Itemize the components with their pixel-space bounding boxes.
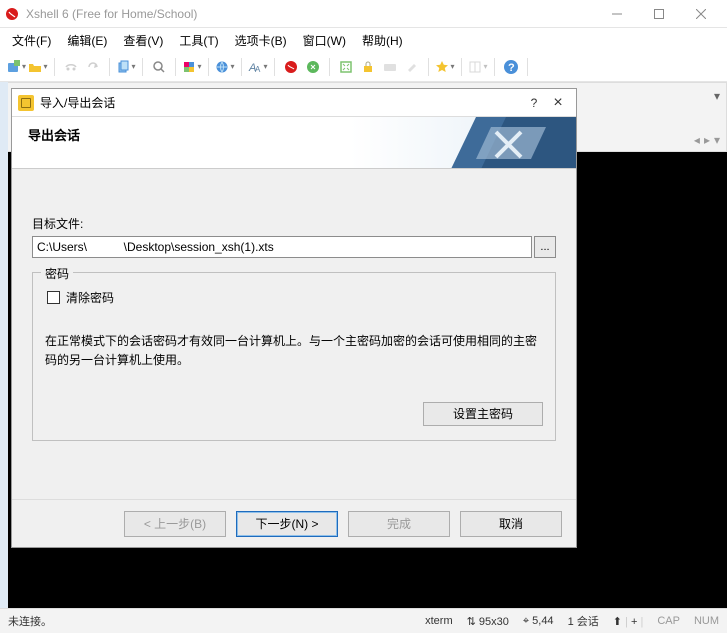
fullscreen-icon[interactable] xyxy=(336,57,356,77)
password-legend: 密码 xyxy=(41,265,73,282)
menu-file[interactable]: 文件(F) xyxy=(6,30,57,51)
clear-password-checkbox[interactable] xyxy=(47,291,60,304)
color-scheme-icon[interactable]: ▾ xyxy=(182,57,202,77)
password-fieldset: 密码 清除密码 在正常模式下的会话密码才有效同一台计算机上。与一个主密码加密的会… xyxy=(32,272,556,441)
import-export-dialog: 导入/导出会话 ? × 导出会话 目标文件: ... 密码 清除密码 在正常 xyxy=(11,88,577,548)
finish-button[interactable]: 完成 xyxy=(348,511,450,537)
term-type: xterm xyxy=(425,615,453,627)
statusbar: 未连接。 xterm ⇅ 95x30 ⌖ 5,44 1 会话 ⬆ | + | C… xyxy=(0,608,727,633)
nav-left-icon[interactable]: ◂ xyxy=(694,133,700,147)
banner-art-icon xyxy=(436,117,576,168)
menu-tools[interactable]: 工具(T) xyxy=(173,30,224,51)
menu-view[interactable]: 查看(V) xyxy=(117,30,169,51)
highlight-icon[interactable] xyxy=(402,57,422,77)
target-file-label: 目标文件: xyxy=(32,215,556,232)
pos-icon: ⌖ xyxy=(523,615,529,627)
reconnect-icon[interactable] xyxy=(83,57,103,77)
caps-indicator: CAP xyxy=(657,615,680,627)
xftp-icon[interactable] xyxy=(303,57,323,77)
term-size: 95x30 xyxy=(479,616,509,628)
browse-button[interactable]: ... xyxy=(534,236,556,258)
dialog-body: 目标文件: ... 密码 清除密码 在正常模式下的会话密码才有效同一台计算机上。… xyxy=(12,169,576,499)
new-session-icon[interactable]: ▾ xyxy=(6,57,26,77)
menubar: 文件(F) 编辑(E) 查看(V) 工具(T) 选项卡(B) 窗口(W) 帮助(… xyxy=(0,28,727,52)
copy-icon[interactable]: ▾ xyxy=(116,57,136,77)
close-button[interactable] xyxy=(689,2,713,26)
next-button[interactable]: 下一步(N) > xyxy=(236,511,338,537)
status-text: 未连接。 xyxy=(8,613,425,629)
layout-icon[interactable]: ▾ xyxy=(468,57,488,77)
menu-tabs[interactable]: 选项卡(B) xyxy=(229,30,293,51)
svg-text:A: A xyxy=(255,65,261,74)
menu-help[interactable]: 帮助(H) xyxy=(356,30,409,51)
window-title: Xshell 6 (Free for Home/School) xyxy=(26,7,605,21)
dialog-titlebar: 导入/导出会话 ? × xyxy=(12,89,576,117)
lock-icon[interactable] xyxy=(358,57,378,77)
password-description: 在正常模式下的会话密码才有效同一台计算机上。与一个主密码加密的会话可使用相同的主… xyxy=(45,332,543,370)
target-file-input[interactable] xyxy=(32,236,532,258)
minimize-button[interactable] xyxy=(605,2,629,26)
open-session-icon[interactable]: ▾ xyxy=(28,57,48,77)
plus-icon[interactable]: + xyxy=(631,616,637,628)
panel-dropdown-icon[interactable]: ▾ xyxy=(714,89,720,103)
left-gutter xyxy=(0,82,8,608)
conn-icon: ⬆ xyxy=(613,616,622,628)
size-icon: ⇅ xyxy=(467,616,476,628)
menu-edit[interactable]: 编辑(E) xyxy=(61,30,113,51)
maximize-button[interactable] xyxy=(647,2,671,26)
menu-window[interactable]: 窗口(W) xyxy=(297,30,352,51)
num-indicator: NUM xyxy=(694,615,719,627)
font-icon[interactable]: AA▾ xyxy=(248,57,268,77)
clear-password-label[interactable]: 清除密码 xyxy=(66,289,114,306)
disconnect-icon[interactable] xyxy=(61,57,81,77)
main-titlebar: Xshell 6 (Free for Home/School) xyxy=(0,0,727,28)
back-button[interactable]: < 上一步(B) xyxy=(124,511,226,537)
help-icon[interactable]: ? xyxy=(501,57,521,77)
folder-arrow-icon xyxy=(18,95,34,111)
dialog-button-bar: < 上一步(B) 下一步(N) > 完成 取消 xyxy=(12,499,576,547)
dialog-banner: 导出会话 xyxy=(12,117,576,169)
keyboard-icon[interactable] xyxy=(380,57,400,77)
svg-text:?: ? xyxy=(508,62,515,74)
globe-icon[interactable]: ▾ xyxy=(215,57,235,77)
session-count: 1 会话 xyxy=(568,613,599,629)
cursor-pos: 5,44 xyxy=(532,615,553,627)
toolbar: ▾ ▾ ▾ ▾ ▾ AA▾ ▾ ▾ ? xyxy=(0,52,727,82)
dialog-close-button[interactable]: × xyxy=(546,91,570,115)
nav-menu-icon[interactable]: ▾ xyxy=(714,133,720,147)
nav-right-icon[interactable]: ▸ xyxy=(704,133,710,147)
cancel-button[interactable]: 取消 xyxy=(460,511,562,537)
star-icon[interactable]: ▾ xyxy=(435,57,455,77)
dialog-help-button[interactable]: ? xyxy=(522,91,546,115)
dialog-title: 导入/导出会话 xyxy=(40,94,522,111)
app-icon xyxy=(4,6,20,22)
xshell-icon[interactable] xyxy=(281,57,301,77)
set-master-password-button[interactable]: 设置主密码 xyxy=(423,402,543,426)
search-icon[interactable] xyxy=(149,57,169,77)
